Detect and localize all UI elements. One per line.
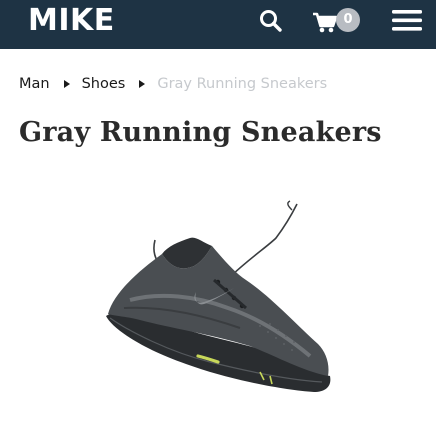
cart-count-badge: 0 — [336, 8, 360, 32]
top-navigation-bar: MIKE 0 — [0, 0, 436, 49]
search-icon — [260, 10, 282, 32]
menu-button[interactable] — [392, 7, 422, 33]
product-image[interactable] — [100, 196, 340, 396]
sneaker-image — [106, 200, 331, 392]
search-button[interactable] — [258, 8, 284, 34]
cart-icon — [313, 12, 338, 33]
cart-button[interactable]: 0 — [312, 7, 362, 35]
breadcrumb-link-man[interactable]: Man — [19, 76, 50, 92]
breadcrumb-separator-icon — [63, 80, 70, 88]
breadcrumb: Man Shoes Gray Running Sneakers — [19, 73, 327, 95]
breadcrumb-current-page: Gray Running Sneakers — [157, 76, 328, 92]
breadcrumb-separator-icon — [139, 80, 146, 88]
product-title: Gray Running Sneakers — [19, 117, 382, 148]
brand-logo[interactable]: MIKE — [28, 3, 115, 39]
breadcrumb-link-shoes[interactable]: Shoes — [82, 76, 126, 92]
hamburger-menu-icon — [392, 10, 422, 31]
